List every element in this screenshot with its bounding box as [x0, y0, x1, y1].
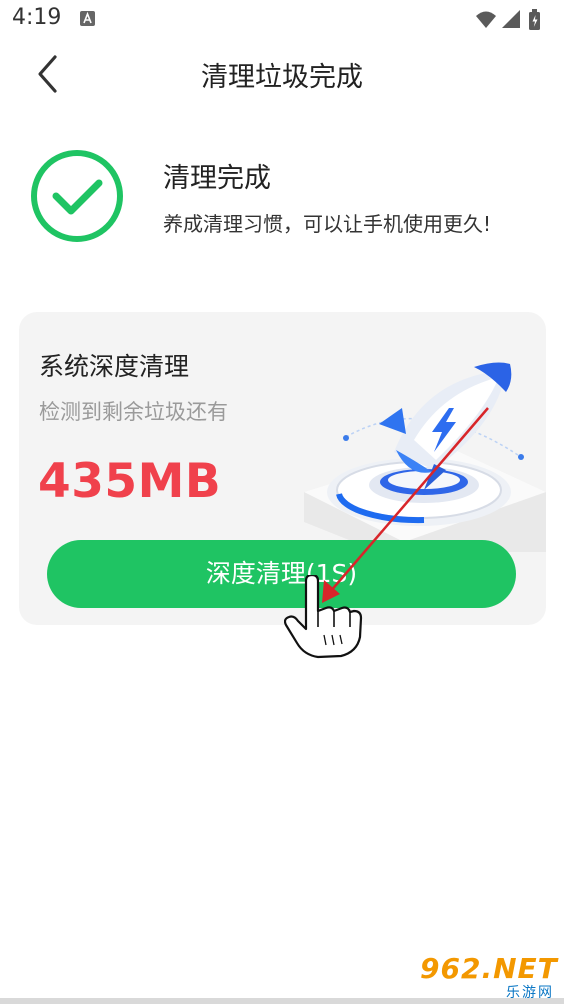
status-time: 4:19 [12, 5, 62, 30]
header: 清理垃圾完成 [0, 40, 564, 106]
card-description: 检测到剩余垃圾还有 [39, 400, 228, 424]
deep-clean-card: 系统深度清理 检测到剩余垃圾还有 435MB 深度清理(1S) [19, 312, 546, 625]
page-title: 清理垃圾完成 [201, 62, 363, 93]
status-icons [474, 7, 554, 35]
result-subtitle: 养成清理习惯，可以让手机使用更久! [163, 212, 492, 236]
wifi-icon [476, 11, 496, 28]
signal-icon [502, 10, 520, 28]
clean-result: 清理完成 养成清理习惯，可以让手机使用更久! [0, 140, 564, 290]
check-circle-icon [29, 148, 125, 248]
result-title: 清理完成 [163, 163, 271, 194]
card-title: 系统深度清理 [39, 352, 190, 381]
watermark-logo: 962.NET 乐游网 [420, 952, 558, 1001]
deep-clean-button[interactable]: 深度清理(1S) [47, 540, 516, 608]
bottom-edge [0, 998, 564, 1004]
notification-a-icon [80, 11, 95, 26]
status-bar: 4:19 [0, 0, 564, 38]
battery-icon [529, 9, 540, 30]
hand-pointer-icon [283, 573, 364, 663]
junk-size-value: 435MB [38, 454, 222, 509]
watermark-brand: 962.NET [420, 952, 558, 985]
rocket-illustration [284, 352, 546, 556]
